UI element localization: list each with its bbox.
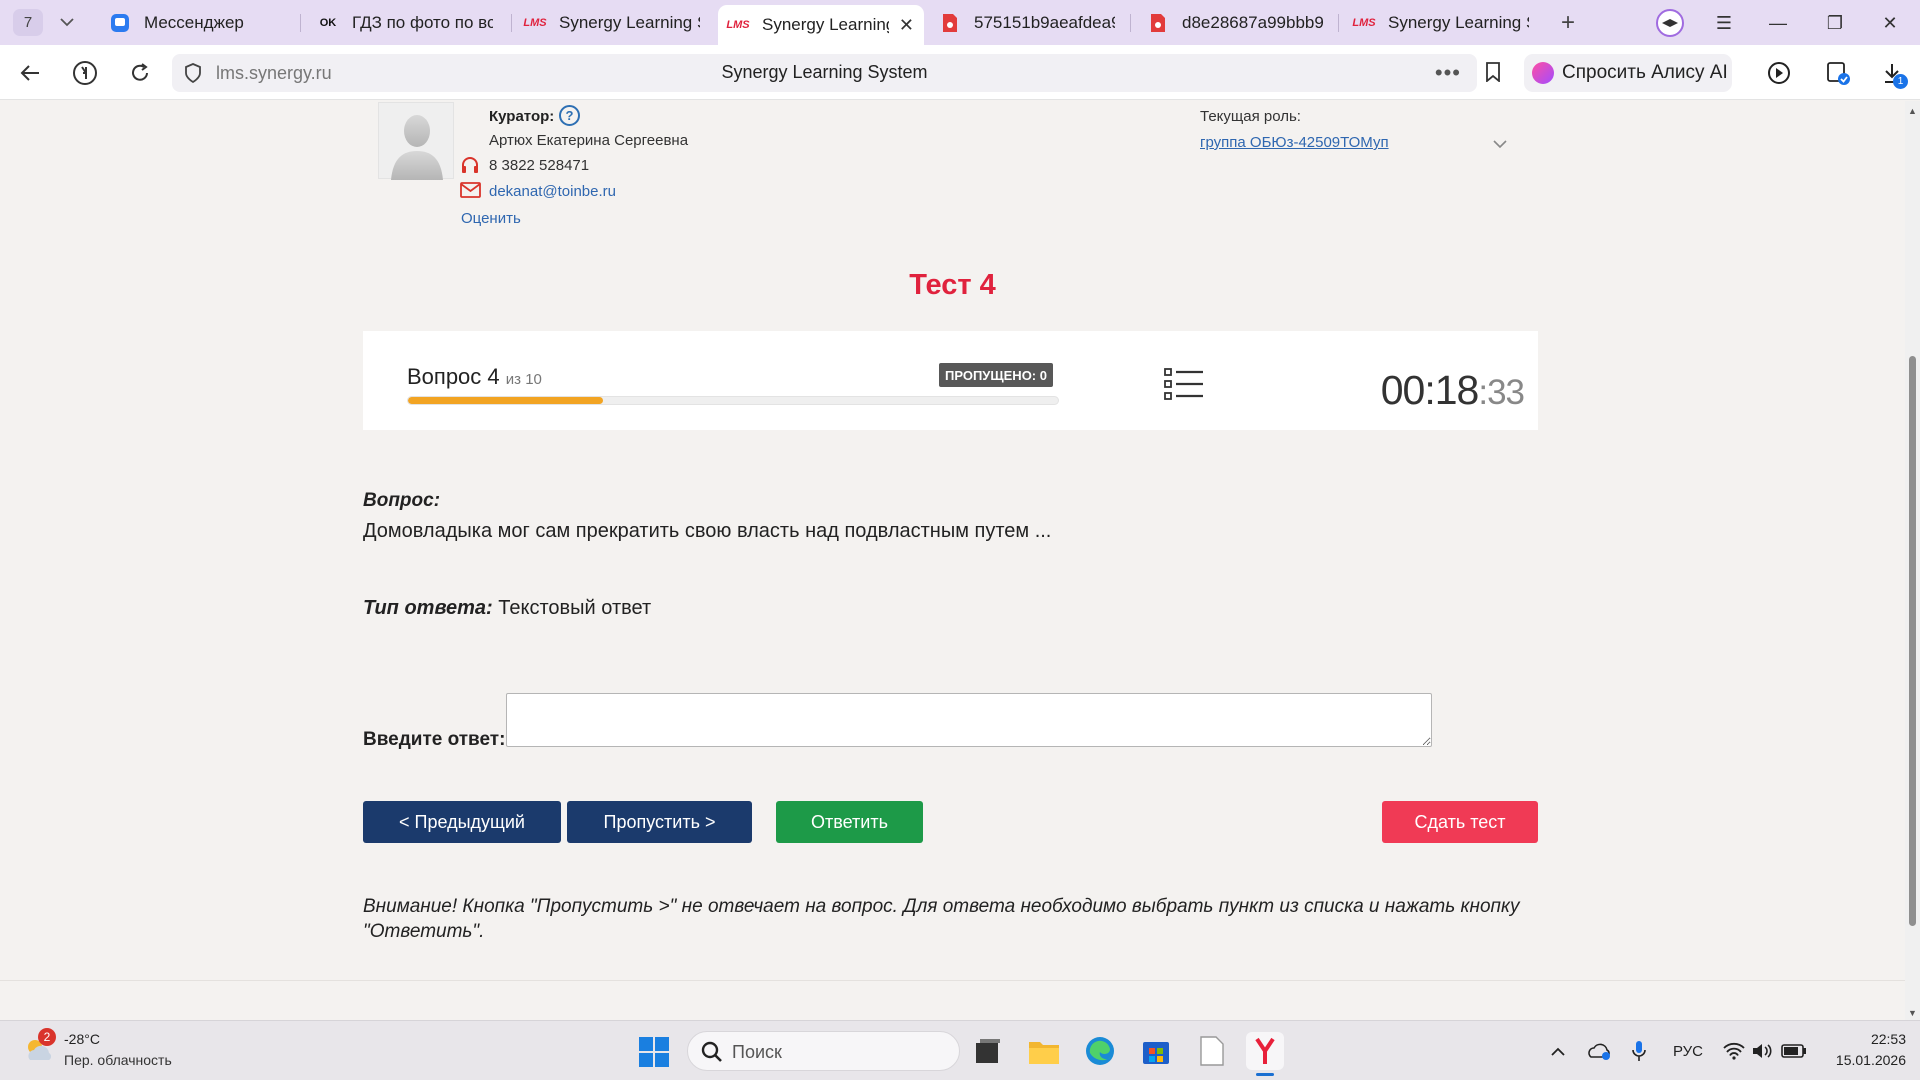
- page-content: Куратор: ? Артюх Екатерина Сергеевна 8 3…: [0, 101, 1905, 981]
- mail-icon: [460, 182, 481, 198]
- taskbar-search[interactable]: Поиск: [687, 1031, 960, 1071]
- menu-icon[interactable]: ☰: [1706, 8, 1742, 38]
- answer-button[interactable]: Ответить: [776, 801, 923, 843]
- yandex-browser-icon[interactable]: [1246, 1032, 1284, 1070]
- search-icon: [700, 1040, 724, 1064]
- weather-temperature: -28°C: [64, 1031, 100, 1047]
- pdf-icon: [1148, 14, 1168, 32]
- tab-pdf-2[interactable]: d8e28687a99bbb96: [1138, 6, 1333, 40]
- messenger-icon: [110, 14, 130, 32]
- question-text: Домовладыка мог сам прекратить свою влас…: [363, 520, 1052, 542]
- profile-icon[interactable]: [1652, 8, 1688, 38]
- submit-test-button[interactable]: Сдать тест: [1382, 801, 1538, 843]
- wifi-icon[interactable]: [1720, 1039, 1748, 1063]
- task-view-icon[interactable]: [969, 1032, 1007, 1070]
- headset-icon: [460, 155, 480, 175]
- clock-date[interactable]: 15.01.2026: [1824, 1052, 1906, 1068]
- question-list-icon[interactable]: [1164, 366, 1204, 402]
- microphone-icon[interactable]: [1627, 1039, 1651, 1063]
- downloads-icon[interactable]: 1: [1876, 57, 1908, 89]
- close-tab-icon[interactable]: ✕: [899, 15, 914, 36]
- page-scrollbar[interactable]: ▲ ▼: [1905, 101, 1920, 1020]
- lms-icon: LMS: [726, 19, 750, 31]
- role-label: Текущая роль:: [1200, 108, 1301, 125]
- alice-icon: [1532, 62, 1554, 84]
- tab-synergy-1[interactable]: LMS Synergy Learning Sy: [515, 6, 710, 40]
- curator-label: Куратор:: [489, 108, 555, 125]
- tab-count-button[interactable]: 7: [13, 9, 43, 36]
- tab-list-chevron-icon[interactable]: [52, 9, 82, 36]
- clock-time[interactable]: 22:53: [1860, 1031, 1906, 1047]
- skipped-badge: ПРОПУЩЕНО: 0: [939, 363, 1053, 387]
- volume-icon[interactable]: [1748, 1039, 1776, 1063]
- language-indicator[interactable]: РУС: [1670, 1039, 1706, 1063]
- translate-extension-icon[interactable]: [1822, 57, 1854, 89]
- footer-nav-bar: ОБЪЯВЛЕНИЯОБУЧЕНИЕРАСПИСАНИЕПЛАТЕЖИДОКУМ…: [0, 980, 1905, 981]
- curator-name: Артюх Екатерина Сергеевна: [489, 132, 689, 149]
- microsoft-store-icon[interactable]: [1137, 1032, 1175, 1070]
- restore-icon[interactable]: ❐: [1817, 8, 1853, 38]
- tab-gdz[interactable]: OK ГДЗ по фото по всем: [308, 6, 503, 40]
- role-value: группа ОБЮз-42509ТОМуп: [1200, 134, 1389, 151]
- weather-badge: 2: [38, 1028, 56, 1046]
- question-progress-bar: [407, 396, 1059, 405]
- skip-button[interactable]: Пропустить >: [567, 801, 752, 843]
- weather-description: Пер. облачность: [64, 1052, 172, 1068]
- windows-taskbar: 2 -28°C Пер. облачность Поиск РУС 22:53 …: [0, 1020, 1920, 1080]
- test-timer: 00:18:33: [1380, 367, 1525, 413]
- skip-warning-note: Внимание! Кнопка "Пропустить >" не отвеч…: [363, 896, 1520, 942]
- windows-start-icon[interactable]: [639, 1037, 669, 1067]
- progress-fill: [408, 397, 603, 404]
- scroll-up-arrow-icon[interactable]: ▲: [1905, 103, 1920, 118]
- downloads-badge: 1: [1893, 74, 1908, 89]
- chevron-down-icon: [1493, 136, 1507, 152]
- help-icon[interactable]: ?: [559, 105, 580, 126]
- answer-type: Тип ответа: Текстовый ответ: [363, 597, 652, 619]
- battery-icon[interactable]: [1779, 1039, 1809, 1063]
- notepad-file-icon[interactable]: [1193, 1032, 1231, 1070]
- pdf-icon: [940, 14, 960, 32]
- browser-tab-strip: 7 Мессенджер OK ГДЗ по фото по всем LMS …: [0, 0, 1920, 45]
- back-arrow-icon[interactable]: [14, 57, 46, 89]
- close-window-icon[interactable]: ✕: [1872, 8, 1908, 38]
- tab-synergy-active[interactable]: LMS Synergy Learning ✕: [718, 5, 924, 45]
- curator-email-link[interactable]: dekanat@toinbe.ru: [489, 183, 616, 200]
- more-options-icon[interactable]: •••: [1435, 60, 1461, 86]
- answer-textarea[interactable]: [506, 693, 1432, 747]
- curator-phone: 8 3822 528471: [489, 157, 590, 174]
- tab-messenger[interactable]: Мессенджер: [100, 6, 290, 40]
- previous-button[interactable]: < Предыдущий: [363, 801, 561, 843]
- answer-input-label: Введите ответ:: [363, 729, 506, 750]
- rate-curator-link[interactable]: Оценить: [461, 210, 521, 227]
- ask-alice-button[interactable]: Спросить Алису AI: [1524, 54, 1732, 92]
- tab-pdf-1[interactable]: 575151b9aeafdea97: [930, 6, 1125, 40]
- file-explorer-icon[interactable]: [1025, 1032, 1063, 1070]
- tab-synergy-2[interactable]: LMS Synergy Learning Sy: [1344, 6, 1539, 40]
- test-title: Тест 4: [909, 269, 996, 301]
- role-select[interactable]: группа ОБЮз-42509ТОМуп: [1200, 134, 1510, 158]
- scroll-down-arrow-icon[interactable]: ▼: [1905, 1005, 1920, 1020]
- scrollbar-thumb[interactable]: [1909, 356, 1916, 926]
- video-play-icon[interactable]: [1764, 57, 1796, 89]
- question-status-panel: Вопрос 4 из 10 ПРОПУЩЕНО: 0 00:18:33: [363, 331, 1538, 430]
- new-tab-button[interactable]: +: [1553, 8, 1583, 38]
- show-hidden-icons-icon[interactable]: [1546, 1039, 1570, 1063]
- yandex-icon[interactable]: [69, 57, 101, 89]
- lms-icon: LMS: [523, 17, 547, 29]
- curator-avatar: [378, 102, 454, 180]
- onedrive-cloud-icon[interactable]: [1585, 1039, 1613, 1063]
- question-heading: Вопрос:: [363, 490, 441, 511]
- lms-icon: LMS: [1352, 17, 1376, 29]
- ok-icon: OK: [319, 17, 337, 29]
- bookmark-icon[interactable]: [1478, 57, 1508, 87]
- question-counter: Вопрос 4 из 10: [407, 364, 542, 389]
- address-bar: lms.synergy.ru Synergy Learning System •…: [0, 45, 1920, 100]
- reload-icon[interactable]: [124, 57, 156, 89]
- page-title: Synergy Learning System: [721, 62, 928, 82]
- active-app-indicator: [1256, 1073, 1274, 1076]
- minimize-icon[interactable]: —: [1760, 8, 1796, 38]
- edge-browser-icon[interactable]: [1081, 1032, 1119, 1070]
- url-field[interactable]: lms.synergy.ru Synergy Learning System •…: [172, 54, 1477, 92]
